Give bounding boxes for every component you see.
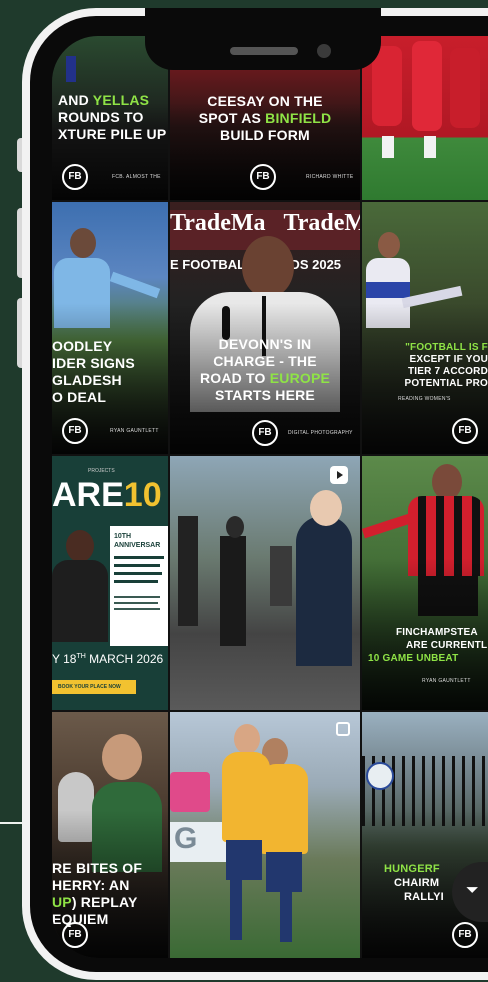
photo-credit: RYAN GAUNTLETT [110,428,159,434]
post-tile[interactable]: "FOOTBALL IS F EXCEPT IF YOU TIER 7 ACCO… [362,202,488,454]
post-tile[interactable] [170,456,360,710]
post-headline: FINCHAMPSTEA ARE CURRENTL 10 GAME UNBEAT [368,627,488,664]
post-tile[interactable]: FINCHAMPSTEA ARE CURRENTL 10 GAME UNBEAT… [362,456,488,710]
post-headline: DEVONN'S IN CHARGE - THE ROAD TO EUROPE … [199,336,331,403]
photo-credit: READING WOMEN'S [398,396,451,402]
post-headline: OODLEY IDER SIGNS GLADESH O DEAL [52,338,135,405]
sponsor-banner: TradeMa TradeM [170,210,360,236]
club-logo-icon: FB [62,164,88,190]
post-grid: AND YELLAS ROUNDS TO XTURE PILE UP FB FC… [52,36,488,958]
reel-icon [330,466,348,484]
post-tile[interactable]: TradeMa TradeM E FOOTBALL RDS 2025 DEVONN'… [170,202,360,454]
photo-credit: DIGITAL PHOTOGRAPHY [288,430,353,436]
post-headline: CEESAY ON THE SPOT AS BINFIELD BUILD FOR… [198,93,332,143]
club-logo-icon: FB [62,922,88,948]
post-tile[interactable] [362,36,488,200]
post-tile[interactable]: RE BITES OF HERRY: AN UP) REPLAY EQUIEM … [52,712,168,958]
post-tile[interactable]: HUNGERF CHAIRM RALLYI FB [362,712,488,958]
club-logo-icon: FB [250,164,276,190]
ticket-button[interactable]: BOOK YOUR PLACE NOW [52,680,136,694]
phone-screen: AND YELLAS ROUNDS TO XTURE PILE UP FB FC… [52,36,488,958]
club-logo-icon: FB [452,922,478,948]
promo-title: ARE10 [52,476,162,514]
post-headline: "FOOTBALL IS F EXCEPT IF YOU TIER 7 ACCO… [404,342,488,389]
phone-notch [145,8,381,70]
post-tile[interactable]: PROJECTS ARE10 10TH ANNIVERSAR Y 18TH MAR… [52,456,168,710]
speaker-grille [230,47,298,55]
front-camera [317,44,331,58]
photo-credit: RYAN GAUNTLETT [422,678,471,684]
post-tile[interactable]: OODLEY IDER SIGNS GLADESH O DEAL FB RYAN… [52,202,168,454]
post-tile[interactable]: AND YELLAS ROUNDS TO XTURE PILE UP FB FC… [52,36,168,200]
photo-credit: RICHARD WHITTE [306,174,354,180]
anniversary-label: 10TH ANNIVERSAR [114,533,161,549]
club-logo-icon: FB [452,418,478,444]
club-logo-icon: FB [62,418,88,444]
post-tile[interactable]: G [170,712,360,958]
promo-caption: PROJECTS [88,468,115,474]
club-logo-icon: FB [252,420,278,446]
event-date: Y 18TH MARCH 2026 [52,652,164,666]
photo-credit: FCB. ALMOST THE [112,174,161,180]
post-headline: AND YELLAS ROUNDS TO XTURE PILE UP [58,92,167,142]
post-headline: RE BITES OF HERRY: AN UP) REPLAY EQUIEM [52,860,143,927]
multi-image-icon [336,722,350,736]
filter-icon: ⏷ [466,882,479,899]
